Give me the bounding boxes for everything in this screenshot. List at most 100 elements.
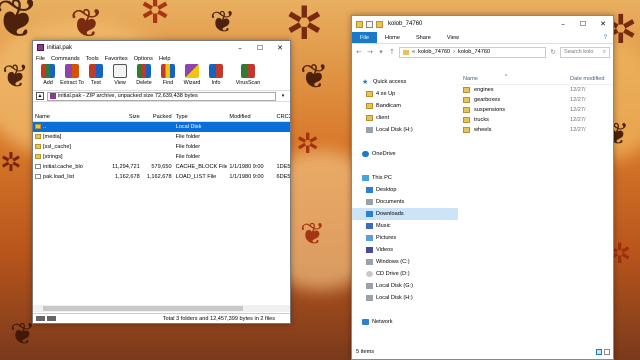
close-button[interactable]: ✕ bbox=[593, 16, 613, 32]
explorer-titlebar[interactable]: kolob_74760 – ☐ ✕ bbox=[352, 16, 613, 32]
delete-button[interactable]: Delete bbox=[133, 63, 155, 86]
sidebar-item[interactable]: Documents bbox=[352, 196, 458, 208]
list-item[interactable]: suspensions 12/27/ bbox=[460, 105, 613, 115]
table-row[interactable]: initial.cache_blo 11,294,721 579,650 CACHE_… bbox=[33, 162, 290, 172]
sidebar-item[interactable]: Downloads bbox=[352, 208, 458, 220]
menu-help[interactable]: Help bbox=[159, 56, 171, 62]
tab-home[interactable]: Home bbox=[377, 32, 408, 43]
table-row[interactable]: [ssl_cache] File folder bbox=[33, 142, 290, 152]
tab-view[interactable]: View bbox=[439, 32, 467, 43]
column-date-modified[interactable]: Date modified bbox=[570, 76, 605, 82]
sidebar-item[interactable]: Desktop bbox=[352, 184, 458, 196]
cell-name: initial.cache_blo bbox=[33, 164, 108, 170]
folder-name: suspensions bbox=[474, 107, 506, 113]
menu-options[interactable]: Options bbox=[134, 56, 153, 62]
table-row[interactable]: [strings] File folder bbox=[33, 152, 290, 162]
column-size[interactable]: Size bbox=[108, 114, 142, 120]
cell-name: pak.load_list bbox=[33, 174, 108, 180]
sidebar-item[interactable]: client bbox=[352, 112, 458, 124]
chevron-down-icon[interactable]: ▾ bbox=[279, 93, 287, 99]
wizard-button[interactable]: Wizard bbox=[181, 63, 203, 86]
list-item[interactable]: trucks 12/27/ bbox=[460, 115, 613, 125]
help-icon[interactable]: ? bbox=[604, 35, 613, 41]
column-name[interactable]: Name bbox=[460, 76, 570, 82]
close-button[interactable]: ✕ bbox=[270, 41, 290, 54]
sidebar-item-label: Local Disk (H:) bbox=[376, 127, 413, 133]
folder-icon bbox=[366, 115, 373, 121]
sidebar-item[interactable]: Music bbox=[352, 220, 458, 232]
winrar-titlebar[interactable]: initial.pak – ☐ ✕ bbox=[33, 41, 290, 54]
info-button[interactable]: Info bbox=[205, 63, 227, 86]
sidebar-item[interactable]: 4 xe Up bbox=[352, 88, 458, 100]
table-row[interactable]: pak.load_list 1,162,678 1,162,678 LOAD_LIST… bbox=[33, 172, 290, 182]
virusscan-button[interactable]: VirusScan bbox=[236, 63, 260, 86]
sidebar-item[interactable]: Bandicam bbox=[352, 100, 458, 112]
refresh-icon[interactable]: ↻ bbox=[549, 48, 557, 56]
minimize-button[interactable]: – bbox=[553, 16, 573, 32]
menu-favorites[interactable]: Favorites bbox=[105, 56, 128, 62]
menu-commands[interactable]: Commands bbox=[51, 56, 80, 62]
winrar-status-text: Total 3 folders and 12,457,399 bytes in … bbox=[162, 315, 275, 322]
sidebar-item[interactable]: Windows (C:) bbox=[352, 256, 458, 268]
table-row[interactable]: [media] File folder bbox=[33, 132, 290, 142]
maximize-button[interactable]: ☐ bbox=[250, 41, 270, 54]
breadcrumb[interactable]: « kolob_74760 › kolob_74760 bbox=[399, 46, 546, 58]
minimize-button[interactable]: – bbox=[230, 41, 250, 54]
menu-file[interactable]: File bbox=[36, 56, 45, 62]
file-name: [strings] bbox=[43, 154, 63, 160]
breadcrumb-item[interactable]: kolob_74760 bbox=[458, 49, 490, 55]
list-item[interactable]: gearboxes 12/27/ bbox=[460, 95, 613, 105]
column-packed[interactable]: Packed bbox=[142, 114, 174, 120]
sidebar-item[interactable]: CD Drive (D:) bbox=[352, 268, 458, 280]
sidebar-item[interactable]: Pictures bbox=[352, 232, 458, 244]
view-button[interactable]: View bbox=[109, 63, 131, 86]
back-icon[interactable]: ← bbox=[355, 48, 363, 56]
sidebar-item-label: Local Disk (H:) bbox=[376, 295, 413, 301]
test-button[interactable]: Test bbox=[85, 63, 107, 86]
sidebar-item[interactable]: Videos bbox=[352, 244, 458, 256]
up-arrow-icon[interactable]: ↑ bbox=[388, 48, 396, 56]
new-folder-icon[interactable] bbox=[376, 20, 383, 28]
add-button[interactable]: Add bbox=[37, 63, 59, 86]
menu-tools[interactable]: Tools bbox=[86, 56, 99, 62]
column-crc[interactable]: CRC3 bbox=[275, 114, 290, 120]
details-view-icon[interactable] bbox=[596, 349, 602, 355]
list-item[interactable]: wheels 12/27/ bbox=[460, 125, 613, 135]
horizontal-scrollbar[interactable] bbox=[33, 305, 290, 312]
sidebar-item[interactable]: ★ Quick access bbox=[352, 76, 458, 88]
properties-icon[interactable] bbox=[366, 20, 373, 28]
drive-icon[interactable] bbox=[36, 316, 45, 321]
forward-icon[interactable]: → bbox=[366, 48, 374, 56]
list-item[interactable]: engines 12/27/ bbox=[460, 85, 613, 95]
sidebar-item[interactable]: Local Disk (H:) bbox=[352, 292, 458, 304]
archive-file-list: Name Size Packed Type Modified CRC3 .. Lo… bbox=[33, 112, 290, 182]
column-name[interactable]: Name bbox=[33, 114, 108, 120]
up-folder-button[interactable]: ▲ bbox=[36, 92, 44, 100]
cell-type: File folder bbox=[175, 154, 201, 160]
extract-to-button[interactable]: Extract To bbox=[60, 63, 84, 86]
maximize-button[interactable]: ☐ bbox=[573, 16, 593, 32]
sidebar-item[interactable]: Local Disk (G:) bbox=[352, 280, 458, 292]
tab-file[interactable]: File bbox=[352, 32, 378, 43]
sidebar-item[interactable]: This PC bbox=[352, 172, 458, 184]
find-button[interactable]: Find bbox=[157, 63, 179, 86]
date-modified: 12/27/ bbox=[570, 87, 586, 93]
chevron-down-icon[interactable]: ▾ bbox=[377, 48, 385, 56]
tab-share[interactable]: Share bbox=[408, 32, 439, 43]
breadcrumb-item[interactable]: kolob_74760 bbox=[418, 49, 450, 55]
archive-path-field[interactable]: initial.pak - ZIP archive, unpacked size… bbox=[47, 91, 276, 101]
column-type[interactable]: Type bbox=[174, 114, 228, 120]
table-row[interactable]: .. Local Disk bbox=[33, 122, 290, 132]
sidebar-item[interactable]: OneDrive bbox=[352, 148, 458, 160]
column-modified[interactable]: Modified bbox=[227, 114, 274, 120]
winrar-title: initial.pak bbox=[47, 44, 73, 51]
sidebar-item[interactable]: Network bbox=[352, 316, 458, 328]
sidebar-item[interactable]: Local Disk (H:) bbox=[352, 124, 458, 136]
date-modified: 12/27/ bbox=[570, 127, 586, 133]
cell-type: File folder bbox=[175, 144, 201, 150]
file-list-header: ^ Name Date modified bbox=[460, 74, 613, 85]
search-input[interactable]: Search kolo ⌕ bbox=[560, 46, 610, 58]
scrollbar-thumb[interactable] bbox=[43, 306, 243, 311]
large-icons-view-icon[interactable] bbox=[604, 349, 610, 355]
key-icon[interactable] bbox=[47, 316, 56, 321]
